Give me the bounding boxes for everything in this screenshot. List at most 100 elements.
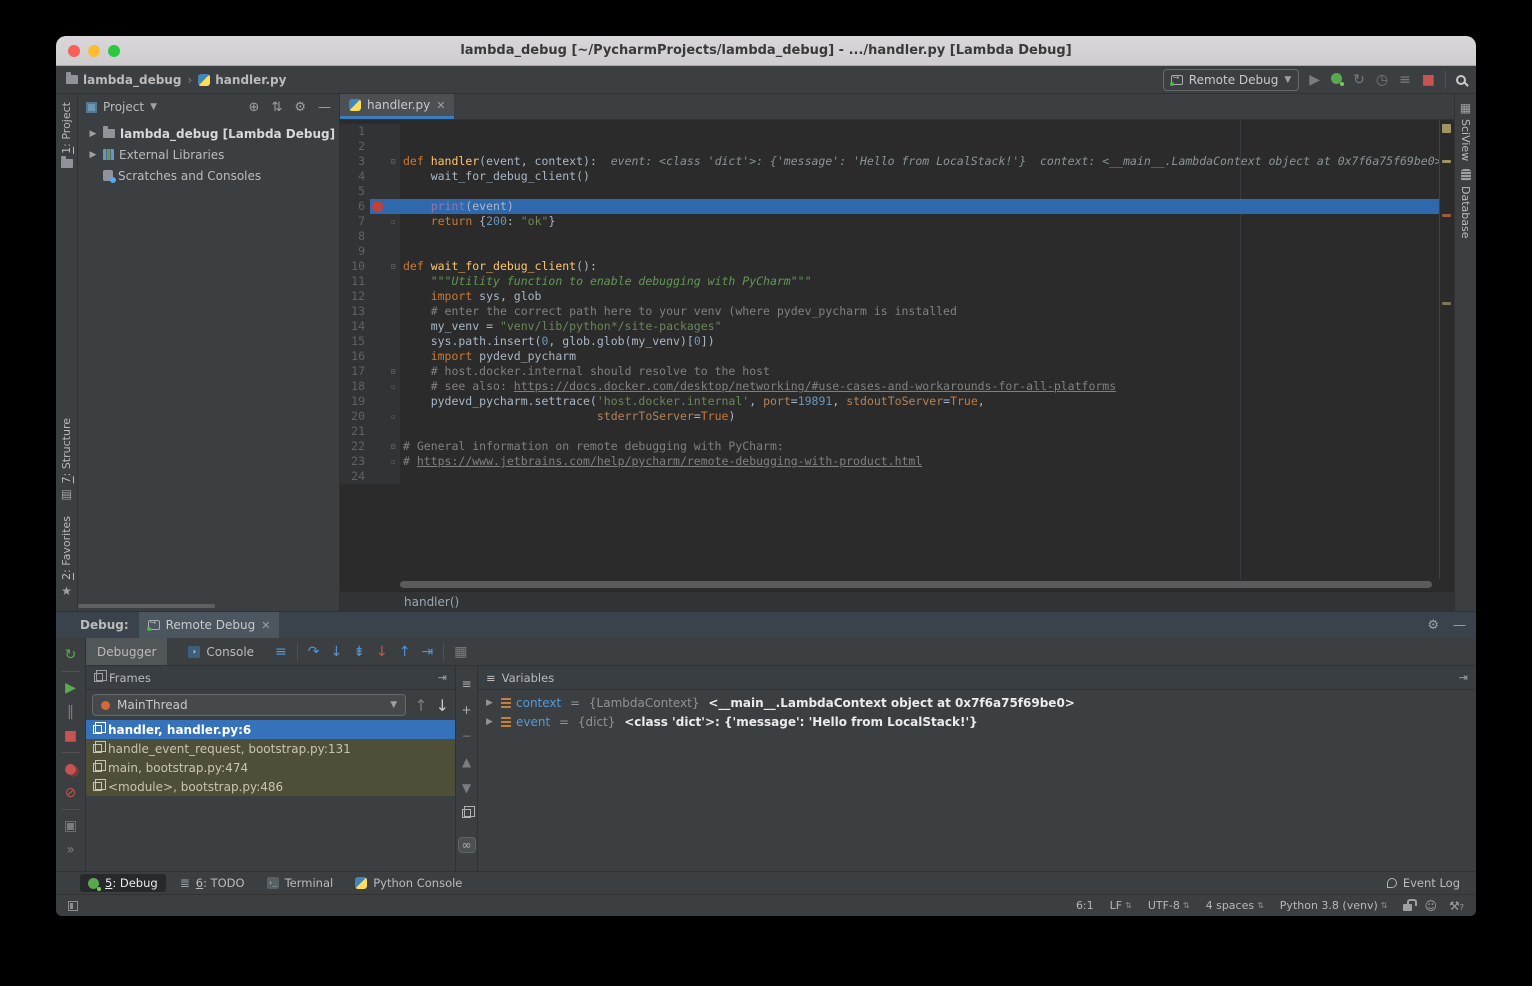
code-text[interactable]: pydevd_pycharm.settrace('host.docker.int… <box>400 394 1439 409</box>
previous-frame-icon[interactable]: ↑ <box>414 696 427 715</box>
code-line[interactable]: 14 my_venv = "venv/lib/python*/site-pack… <box>340 319 1439 334</box>
tab-console[interactable]: › Console <box>177 638 265 665</box>
breakpoint-gutter[interactable] <box>370 319 386 334</box>
pin-icon[interactable]: ⇥ <box>1459 671 1468 684</box>
frame-row[interactable]: handler, handler.py:6 <box>86 720 455 739</box>
run-to-cursor-icon[interactable]: ⇥ <box>421 645 433 659</box>
mute-breakpoints-icon[interactable]: ⊘ <box>65 785 77 801</box>
next-frame-icon[interactable]: ↓ <box>436 696 449 715</box>
force-step-into-icon[interactable]: ↓ <box>376 645 388 659</box>
project-hscrollbar[interactable] <box>78 603 339 609</box>
scroll-up-icon[interactable]: ▲ <box>462 755 471 769</box>
code-text[interactable]: # host.docker.internal should resolve to… <box>400 364 1439 379</box>
evaluate-expression-icon[interactable]: ▦ <box>454 645 467 659</box>
toolwindow-toggle-icon[interactable] <box>68 901 78 911</box>
variable-row[interactable]: ▶context = {LambdaContext} <__main__.Lam… <box>478 693 1476 712</box>
step-out-icon[interactable]: ↑ <box>399 645 411 659</box>
code-text[interactable] <box>400 124 1439 139</box>
code-text[interactable]: return {200: "ok"} <box>400 214 1439 229</box>
caret-position[interactable]: 6:1 <box>1076 899 1094 912</box>
sidebar-item-1-project[interactable]: 1: Project <box>60 102 73 168</box>
breakpoint-gutter[interactable] <box>370 259 386 274</box>
breakpoint-gutter[interactable] <box>370 394 386 409</box>
view-breakpoints-icon[interactable]: ● <box>64 761 76 777</box>
inspections-hector-icon[interactable]: ☺ <box>1424 899 1437 913</box>
frame-row[interactable]: main, bootstrap.py:474 <box>86 758 455 777</box>
breakpoint-gutter[interactable] <box>370 454 386 469</box>
expand-arrow-icon[interactable]: ▶ <box>88 129 98 139</box>
pin-icon[interactable]: ⇥ <box>438 671 447 684</box>
code-text[interactable]: # https://www.jetbrains.com/help/pycharm… <box>400 454 1439 469</box>
gear-icon[interactable]: ⚙ <box>1427 618 1439 633</box>
fold-marker-icon[interactable]: ▫ <box>386 214 400 229</box>
toolwindow-tab-python-console[interactable]: Python Console <box>347 874 470 892</box>
tree-item[interactable]: ▶External Libraries <box>78 144 339 165</box>
zoom-window-button[interactable] <box>108 45 120 57</box>
settings-icon[interactable]: ⚙ <box>294 100 306 115</box>
tree-item[interactable]: Scratches and Consoles <box>78 165 339 186</box>
hide-icon[interactable]: — <box>318 100 331 115</box>
code-text[interactable]: import sys, glob <box>400 289 1439 304</box>
fold-marker-icon[interactable]: ▫ <box>386 379 400 394</box>
run-icon[interactable]: ▶ <box>1309 73 1320 87</box>
code-text[interactable] <box>400 244 1439 259</box>
profiler-icon[interactable]: ◷ <box>1376 73 1388 87</box>
code-line[interactable]: 1 <box>340 124 1439 139</box>
code-text[interactable]: def wait_for_debug_client(): <box>400 259 1439 274</box>
code-line[interactable]: 11 """Utility function to enable debuggi… <box>340 274 1439 289</box>
stop-icon[interactable]: ■ <box>64 728 77 744</box>
step-into-my-code-icon[interactable]: ⇟ <box>353 645 365 659</box>
code-line[interactable]: 4 wait_for_debug_client() <box>340 169 1439 184</box>
code-text[interactable]: # see also: https://docs.docker.com/desk… <box>400 379 1439 394</box>
warning-mark[interactable] <box>1442 302 1451 305</box>
code-line[interactable]: 13 # enter the correct path here to your… <box>340 304 1439 319</box>
sidebar-item-7-structure[interactable]: 7: Structure▤ <box>60 418 73 500</box>
resume-program-icon[interactable]: ▶ <box>65 680 76 696</box>
code-text[interactable]: stderrToServer=True) <box>400 409 1439 424</box>
breakpoint-gutter[interactable] <box>370 364 386 379</box>
close-icon[interactable]: ✕ <box>436 99 445 112</box>
breakpoint-gutter[interactable] <box>370 184 386 199</box>
chevron-down-icon[interactable]: ▼ <box>150 102 157 112</box>
breakpoint-gutter[interactable] <box>370 229 386 244</box>
code-text[interactable] <box>400 184 1439 199</box>
close-icon[interactable]: ✕ <box>261 619 270 632</box>
code-text[interactable]: # enter the correct path here to your ve… <box>400 304 1439 319</box>
editor-hscrollbar[interactable] <box>340 579 1454 591</box>
code-line[interactable]: 5 <box>340 184 1439 199</box>
fold-marker-icon[interactable]: ⊟ <box>386 259 400 274</box>
stop-icon[interactable]: ■ <box>1422 73 1435 87</box>
breakpoint-icon[interactable] <box>372 201 383 212</box>
breakpoint-gutter[interactable] <box>370 289 386 304</box>
fold-marker-icon[interactable]: ⊟ <box>386 154 400 169</box>
inspection-indicator[interactable] <box>1442 124 1451 133</box>
code-line[interactable]: 24 <box>340 469 1439 484</box>
code-line[interactable]: 3⊟def handler(event, context): event: <c… <box>340 154 1439 169</box>
breakpoint-gutter[interactable] <box>370 409 386 424</box>
code-text[interactable]: def handler(event, context): event: <cla… <box>400 154 1439 169</box>
copy-frame-icon[interactable] <box>462 807 471 821</box>
breakpoint-gutter[interactable] <box>370 244 386 259</box>
code-line[interactable]: 12 import sys, glob <box>340 289 1439 304</box>
collapse-all-icon[interactable]: ⇅ <box>271 100 282 115</box>
fold-marker-icon[interactable]: ▫ <box>386 454 400 469</box>
code-line[interactable]: 9 <box>340 244 1439 259</box>
status-widget-lf[interactable]: LF⇅ <box>1110 899 1132 912</box>
code-text[interactable]: """Utility function to enable debugging … <box>400 274 1439 289</box>
run-with-coverage-icon[interactable]: ↻ <box>1353 73 1365 87</box>
code-text[interactable] <box>400 469 1439 484</box>
pause-program-icon[interactable]: ‖ <box>67 704 74 720</box>
show-watches-icon[interactable]: ∞ <box>458 837 476 853</box>
lock-icon[interactable] <box>1403 904 1412 911</box>
code-text[interactable] <box>400 424 1439 439</box>
code-line[interactable]: 7▫ return {200: "ok"} <box>340 214 1439 229</box>
breadcrumb-function[interactable]: handler() <box>404 595 459 609</box>
code-editor[interactable]: 123⊟def handler(event, context): event: … <box>340 120 1439 579</box>
breakpoint-gutter[interactable] <box>370 439 386 454</box>
tab-remote-debug-session[interactable]: Remote Debug ✕ <box>139 612 280 638</box>
breakpoint-gutter[interactable] <box>370 124 386 139</box>
scroll-down-icon[interactable]: ▼ <box>462 781 471 795</box>
code-text[interactable]: wait_for_debug_client() <box>400 169 1439 184</box>
editor-scroll-column[interactable] <box>1439 120 1454 579</box>
step-over-icon[interactable]: ↷ <box>308 645 320 659</box>
